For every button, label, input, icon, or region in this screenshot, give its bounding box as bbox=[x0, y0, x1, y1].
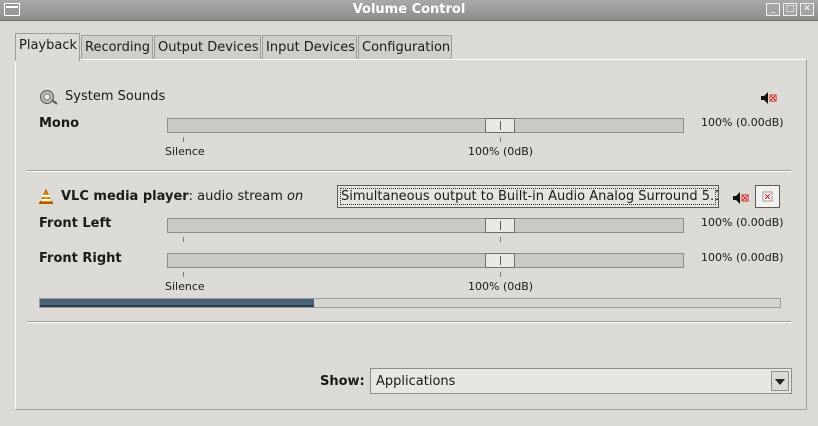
stream-state: on bbox=[287, 189, 304, 204]
peak-level-meter bbox=[39, 298, 781, 308]
stream-text: : audio stream bbox=[188, 189, 288, 204]
output-device-button[interactable]: Simultaneous output to Built-in Audio An… bbox=[337, 185, 719, 208]
mono-volume-slider[interactable] bbox=[167, 118, 684, 133]
show-dropdown-value: Applications bbox=[376, 374, 456, 389]
scale-tick bbox=[500, 237, 501, 242]
scale-tick bbox=[183, 237, 184, 242]
app-name: VLC media player bbox=[61, 189, 189, 204]
tab-playback[interactable]: Playback bbox=[15, 33, 80, 61]
tab-label: Configuration bbox=[362, 40, 451, 55]
separator bbox=[27, 170, 791, 172]
scale-label-100: 100% (0dB) bbox=[468, 145, 534, 158]
lock-channels-icon[interactable] bbox=[755, 185, 780, 208]
slider-thumb[interactable] bbox=[485, 218, 515, 233]
playback-panel bbox=[15, 59, 807, 410]
slider-thumb[interactable] bbox=[485, 118, 515, 133]
vlc-cone-icon bbox=[39, 189, 53, 204]
peak-level-fill bbox=[40, 299, 314, 307]
tab-label: Output Devices bbox=[158, 40, 259, 55]
scale-label-silence: Silence bbox=[165, 280, 205, 293]
channel-label-mono: Mono bbox=[39, 116, 80, 131]
mute-toggle-icon[interactable] bbox=[733, 192, 749, 204]
chevron-down-icon[interactable] bbox=[771, 371, 789, 391]
channel-label-front-right: Front Right bbox=[39, 251, 122, 266]
channel-label-front-left: Front Left bbox=[39, 216, 112, 231]
tab-label: Playback bbox=[19, 38, 78, 53]
front-right-volume-value: 100% (0.00dB) bbox=[701, 251, 784, 264]
separator bbox=[27, 321, 791, 323]
tab-label: Recording bbox=[85, 40, 151, 55]
speaker-icon bbox=[40, 90, 58, 105]
slider-thumb[interactable] bbox=[485, 253, 515, 268]
scale-label-100: 100% (0dB) bbox=[468, 280, 534, 293]
scale-tick bbox=[183, 137, 184, 142]
close-icon[interactable]: ✕ bbox=[800, 3, 814, 16]
system-sounds-label: System Sounds bbox=[65, 89, 166, 104]
front-left-volume-slider[interactable] bbox=[167, 218, 684, 233]
scale-tick bbox=[183, 272, 184, 277]
minimize-icon[interactable]: _ bbox=[766, 3, 780, 16]
tab-label: Input Devices bbox=[266, 40, 356, 55]
mono-volume-value: 100% (0.00dB) bbox=[701, 116, 784, 129]
maximize-icon[interactable]: □ bbox=[783, 3, 797, 16]
window-title: Volume Control bbox=[352, 2, 466, 17]
stream-title: VLC media player: audio stream on bbox=[61, 189, 303, 204]
show-label: Show: bbox=[320, 374, 365, 389]
show-dropdown[interactable]: Applications bbox=[370, 368, 792, 394]
scale-tick bbox=[500, 137, 501, 142]
scale-tick bbox=[500, 272, 501, 277]
tab-output-devices[interactable]: Output Devices bbox=[154, 35, 261, 59]
mute-toggle-icon[interactable] bbox=[761, 92, 777, 104]
scale-label-silence: Silence bbox=[165, 145, 205, 158]
tab-recording[interactable]: Recording bbox=[81, 35, 153, 59]
title-bar: Volume Control _ □ ✕ bbox=[0, 0, 818, 21]
tab-input-devices[interactable]: Input Devices bbox=[262, 35, 357, 59]
tab-configuration[interactable]: Configuration bbox=[358, 35, 452, 59]
front-left-volume-value: 100% (0.00dB) bbox=[701, 216, 784, 229]
front-right-volume-slider[interactable] bbox=[167, 253, 684, 268]
